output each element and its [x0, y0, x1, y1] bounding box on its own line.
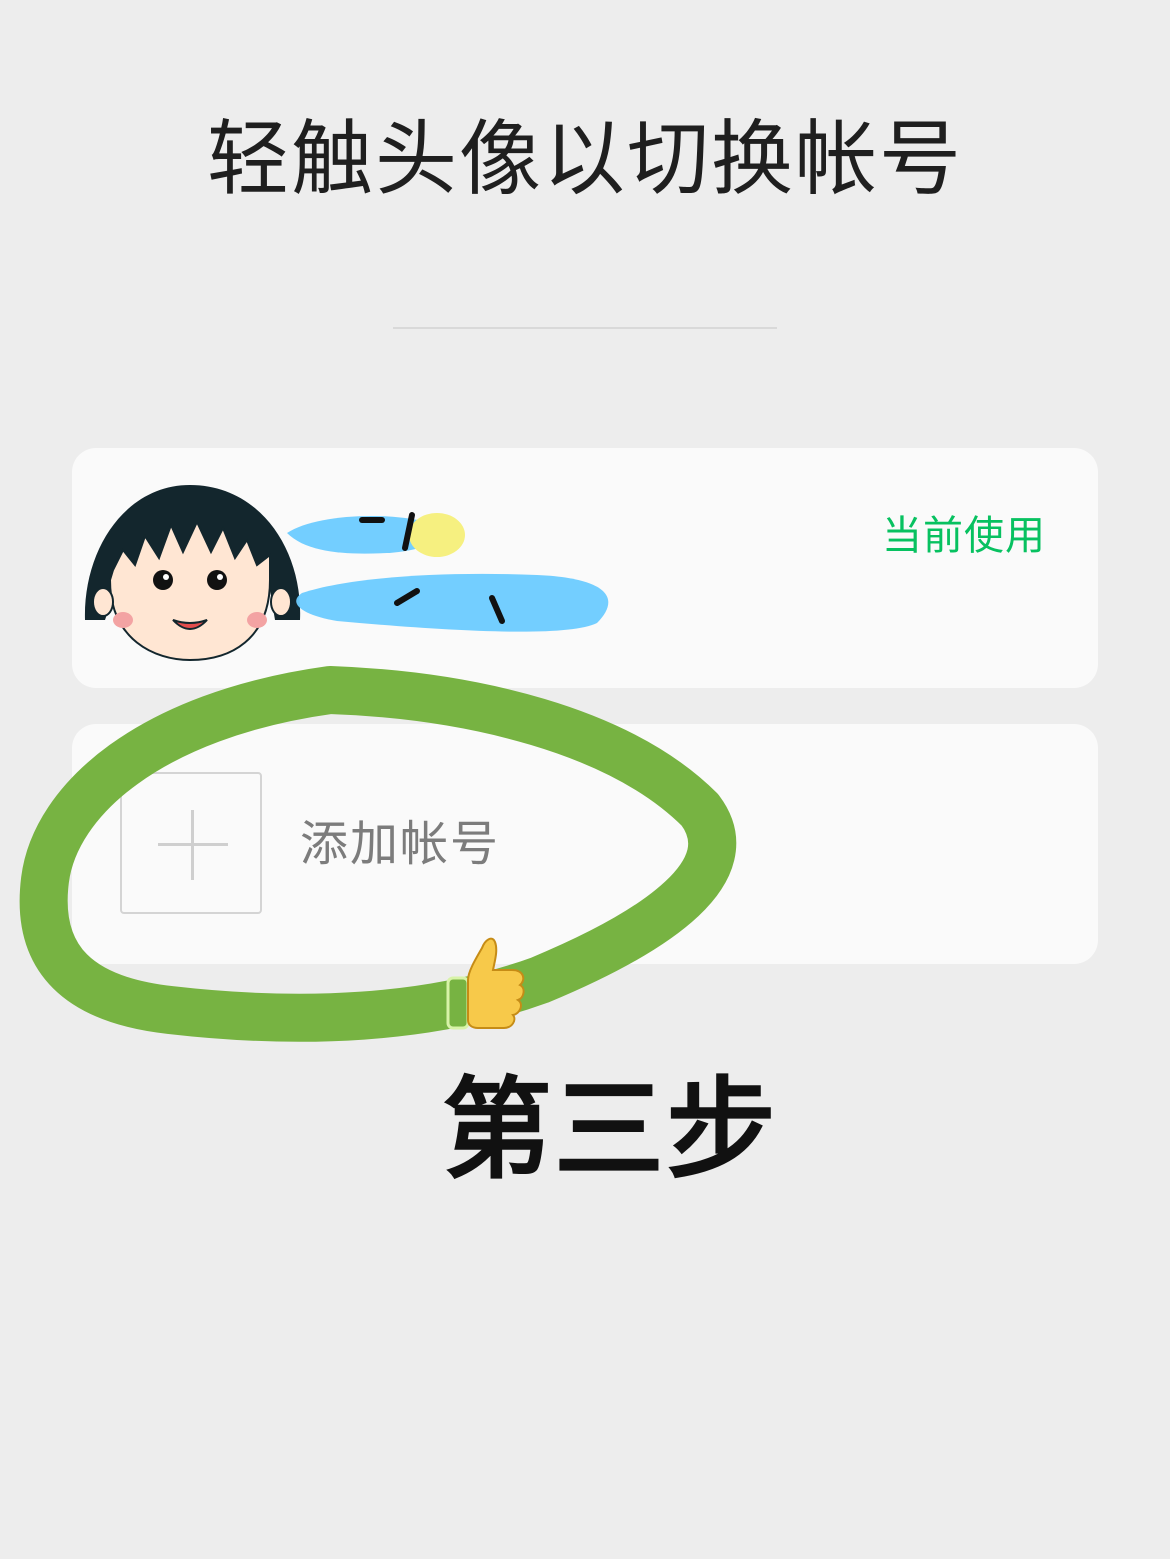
redacted-account-info	[277, 503, 622, 643]
account-card-current[interactable]: 当前使用	[72, 448, 1098, 688]
add-account-card[interactable]: 添加帐号	[72, 724, 1098, 964]
thumbs-up-icon	[440, 930, 530, 1035]
divider	[393, 327, 777, 329]
cartoon-girl-avatar-icon[interactable]	[75, 470, 305, 670]
add-account-label[interactable]: 添加帐号	[300, 816, 500, 872]
current-account-status: 当前使用	[882, 513, 1046, 559]
step-label: 第三步	[442, 1066, 778, 1194]
plus-icon[interactable]	[120, 772, 262, 914]
page-title: 轻触头像以切换帐号	[206, 112, 963, 207]
